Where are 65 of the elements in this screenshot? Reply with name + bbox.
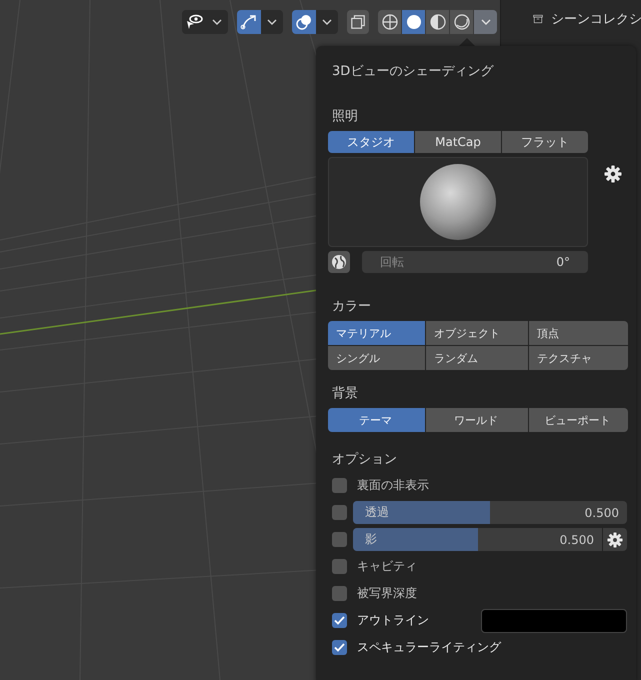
chevron-icon (322, 19, 332, 25)
section-label: カラー (332, 298, 372, 315)
outliner-title: シーンコレクシ (551, 11, 641, 28)
option-label: スペキュラーライティング (357, 639, 501, 656)
color-swatch[interactable] (481, 608, 627, 632)
world-space-button[interactable] (328, 251, 350, 273)
checkbox[interactable] (332, 478, 347, 493)
checkbox[interactable] (332, 586, 347, 601)
globe-icon (331, 254, 347, 270)
overlapping-circles-icon (295, 14, 313, 30)
color-option[interactable]: マテリアル (328, 321, 425, 345)
dropdown-button[interactable] (316, 10, 338, 34)
background-option[interactable]: ワールド (426, 408, 528, 432)
checkbox[interactable] (332, 559, 347, 574)
xray-button[interactable] (347, 10, 369, 34)
checkbox[interactable] (332, 640, 347, 655)
section-label: オプション (332, 451, 398, 468)
toggle-button[interactable] (182, 10, 206, 34)
section-label: 照明 (332, 108, 359, 125)
toggle-button[interactable] (237, 10, 261, 34)
chevron-icon (267, 19, 277, 25)
dropdown-button[interactable] (206, 10, 228, 34)
solid-sphere-icon (406, 14, 422, 30)
slider-field[interactable]: 影 0.500 (353, 528, 602, 551)
color-option[interactable]: シングル (328, 346, 425, 370)
option-label: アウトライン (357, 612, 429, 629)
option-label: キャビティ (357, 558, 417, 575)
chevron-icon (212, 19, 222, 25)
option-label: 裏面の非表示 (357, 477, 429, 494)
dropdown-button[interactable] (474, 10, 497, 34)
background-option[interactable]: テーマ (328, 408, 425, 432)
lighting-tab[interactable]: フラット (502, 131, 588, 153)
collection-box-icon (533, 12, 543, 26)
toggle-button[interactable] (292, 10, 316, 34)
slider-field[interactable]: 透過 0.500 (353, 501, 627, 524)
option-label: 被写界深度 (357, 585, 417, 602)
lighting-tab[interactable]: MatCap (415, 131, 501, 153)
color-option[interactable]: ランダム (426, 346, 528, 370)
checkbox[interactable] (332, 532, 347, 547)
shading-mode-button[interactable] (402, 10, 425, 34)
settings-button[interactable] (603, 528, 627, 551)
half-sphere-icon (430, 14, 446, 30)
overlapping-squares-icon (350, 13, 366, 31)
chevron-icon (480, 19, 490, 25)
wire-sphere-icon (382, 14, 398, 30)
settings-icon (607, 532, 623, 548)
lighting-tab[interactable]: スタジオ (328, 131, 414, 153)
shaded-sphere-icon (454, 14, 470, 30)
background-option[interactable]: ビューポート (529, 408, 628, 432)
shading-mode-button[interactable] (378, 10, 401, 34)
dropdown-button[interactable] (261, 10, 283, 34)
shading-mode-button[interactable] (450, 10, 473, 34)
curve-arrow-icon (240, 14, 258, 30)
eye-pointer-icon (185, 14, 203, 30)
section-label: 背景 (332, 385, 359, 402)
rotation-field[interactable]: 回転 0° (362, 251, 588, 273)
shading-mode-button[interactable] (426, 10, 449, 34)
color-option[interactable]: 頂点 (529, 321, 628, 345)
settings-icon[interactable] (604, 165, 622, 183)
popover-title: 3Dビューのシェーディング (332, 63, 495, 80)
checkbox[interactable] (332, 613, 347, 628)
studio-light-preview[interactable] (328, 157, 588, 247)
checkbox[interactable] (332, 505, 347, 520)
color-option[interactable]: テクスチャ (529, 346, 628, 370)
color-option[interactable]: オブジェクト (426, 321, 528, 345)
